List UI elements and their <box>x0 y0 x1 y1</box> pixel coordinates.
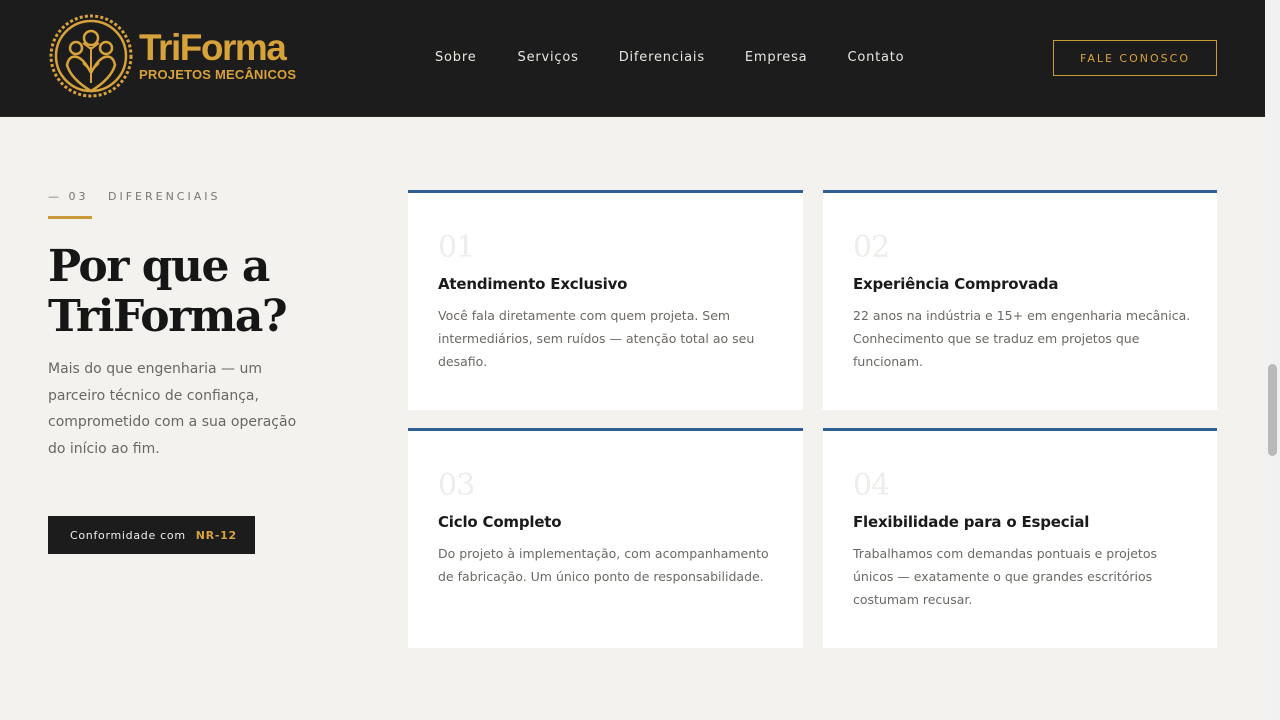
section-lede: Mais do que engenharia — um parceiro téc… <box>48 361 297 457</box>
feature-card: 01 Atendimento Exclusivo Você fala diret… <box>408 190 803 410</box>
card-title: Experiência Comprovada <box>853 275 1059 293</box>
badge-highlight: NR-12 <box>195 528 237 542</box>
section-eyebrow: — 03 DIFERENCIAIS <box>48 190 221 203</box>
nav-link-servicos[interactable]: Serviços <box>518 50 579 65</box>
card-number: 03 <box>438 468 475 503</box>
card-number: 02 <box>853 230 890 265</box>
eyebrow-divider <box>48 216 92 219</box>
brand-name: TriForma <box>139 26 287 68</box>
section-title: Por que a TriForma? <box>48 241 288 342</box>
contact-cta-button[interactable]: FALE CONOSCO <box>1053 40 1217 76</box>
brand-tagline: PROJETOS MECÂNICOS <box>139 66 297 82</box>
logo[interactable]: TriForma PROJETOS MECÂNICOS <box>47 13 296 99</box>
page-scrollbar[interactable] <box>1265 0 1280 720</box>
nav-link-empresa[interactable]: Empresa <box>745 50 808 65</box>
card-title: Ciclo Completo <box>438 513 562 531</box>
feature-card: 03 Ciclo Completo Do projeto à implement… <box>408 428 803 648</box>
card-title: Flexibilidade para o Especial <box>853 513 1090 531</box>
card-description: Do projeto à implementação, com acompanh… <box>438 546 769 584</box>
feature-card: 04 Flexibilidade para o Especial Trabalh… <box>823 428 1217 648</box>
nav-link-diferenciais[interactable]: Diferenciais <box>619 50 705 65</box>
feature-card: 02 Experiência Comprovada 22 anos na ind… <box>823 190 1217 410</box>
card-description: 22 anos na indústria e 15+ em engenharia… <box>853 308 1191 369</box>
gear-people-logo-icon <box>49 14 133 98</box>
badge-text: Conformidade com <box>70 528 186 542</box>
nav-link-contato[interactable]: Contato <box>847 50 904 65</box>
site-header: TriForma PROJETOS MECÂNICOS Sobre Serviç… <box>0 0 1265 117</box>
scrollbar-thumb[interactable] <box>1268 364 1277 456</box>
card-description: Trabalhamos com demandas pontuais e proj… <box>853 546 1157 607</box>
card-title: Atendimento Exclusivo <box>438 275 628 293</box>
card-number: 01 <box>438 230 475 265</box>
card-description: Você fala diretamente com quem projeta. … <box>438 308 755 369</box>
nav-link-sobre[interactable]: Sobre <box>435 50 477 65</box>
card-number: 04 <box>853 468 890 503</box>
main-nav: Sobre Serviços Diferenciais Empresa Cont… <box>435 50 944 65</box>
nr12-compliance-badge: Conformidade com NR-12 <box>48 516 255 554</box>
